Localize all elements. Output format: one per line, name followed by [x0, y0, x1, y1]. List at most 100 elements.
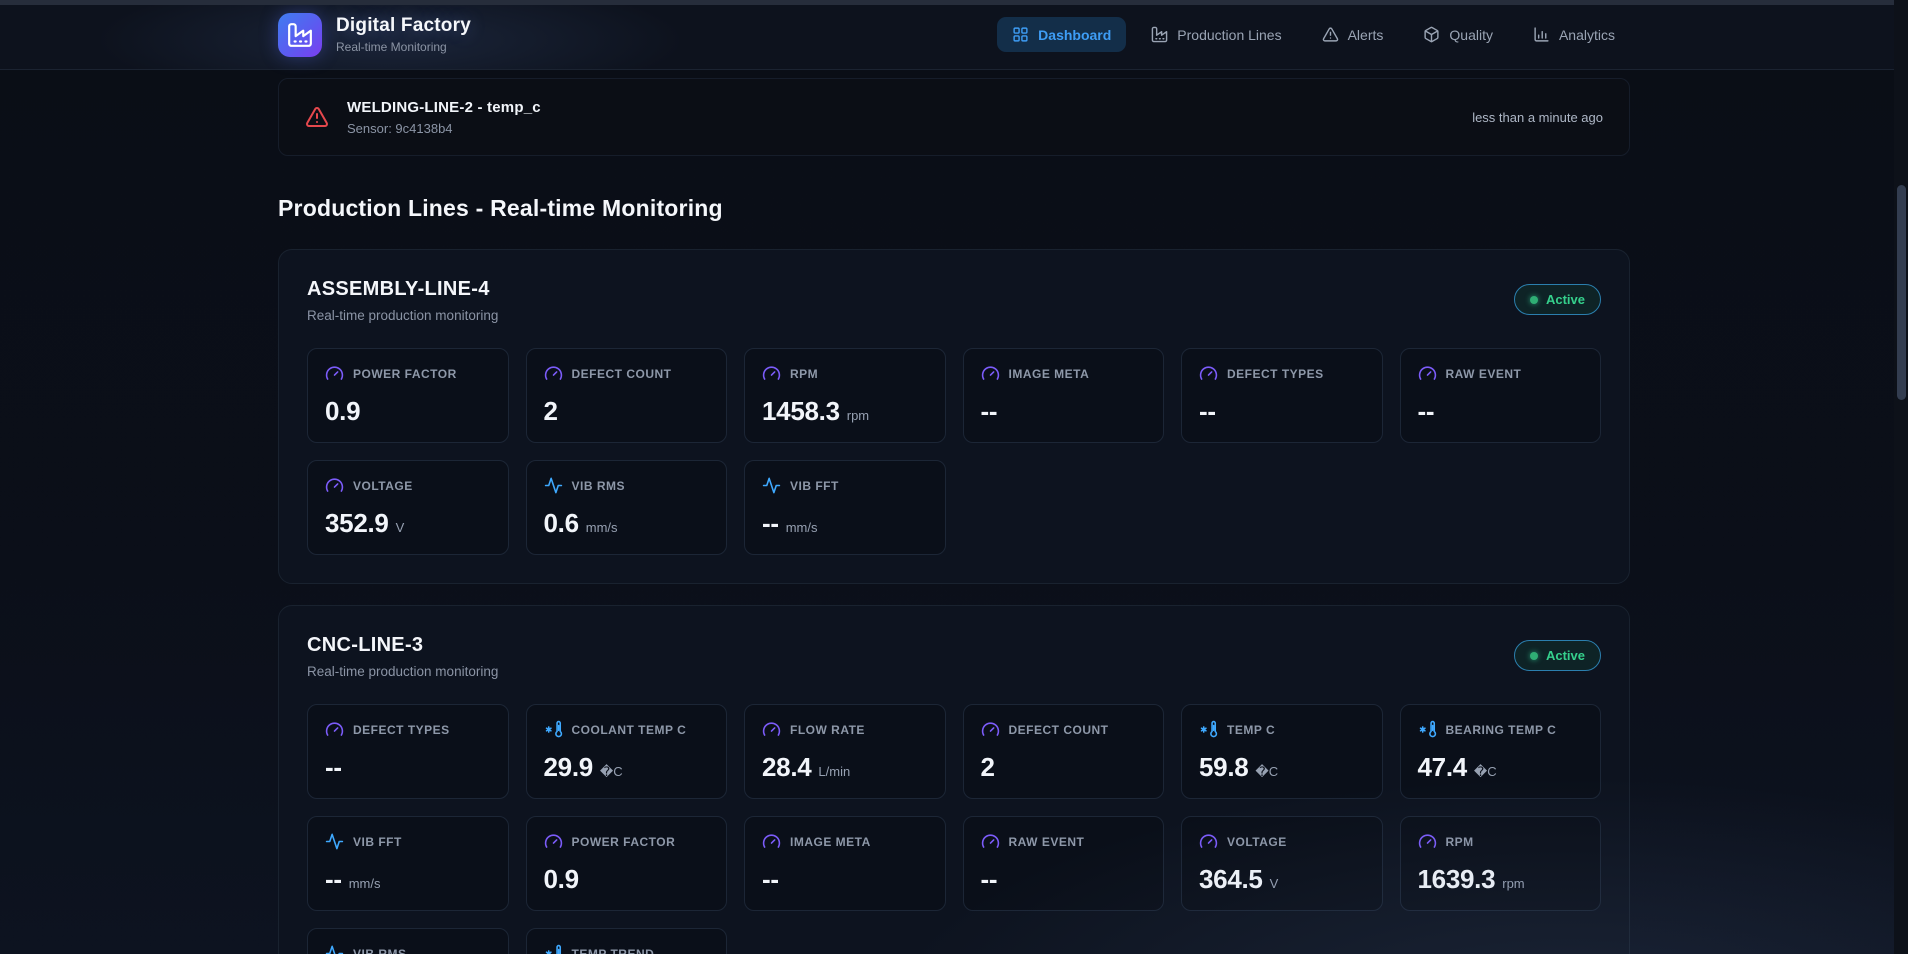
metric-value-row: -- [981, 396, 1147, 427]
alert-sensor: Sensor: 9c4138b4 [347, 121, 1454, 136]
activity-icon [544, 476, 563, 495]
factory-icon [1151, 26, 1168, 43]
metric-value: -- [325, 752, 342, 783]
status-badge: Active [1514, 640, 1601, 671]
metric-tile-bearing-temp-c: BEARING TEMP C47.4�C [1400, 704, 1602, 799]
metric-label: IMAGE META [790, 835, 871, 849]
nav-item-analytics[interactable]: Analytics [1518, 17, 1630, 52]
metric-label: TEMP TREND [572, 947, 655, 954]
metric-header: DEFECT TYPES [325, 720, 491, 739]
alert-text: WELDING-LINE-2 - temp_c Sensor: 9c4138b4 [347, 99, 1454, 136]
metric-label: DEFECT COUNT [572, 367, 672, 381]
metric-label: DEFECT TYPES [353, 723, 450, 737]
gauge-icon [762, 720, 781, 739]
metric-unit: rpm [1502, 876, 1524, 891]
metric-value-row: 1458.3rpm [762, 396, 928, 427]
nav-item-quality[interactable]: Quality [1408, 17, 1508, 52]
metric-value-row: 28.4L/min [762, 752, 928, 783]
metric-tile-voltage: VOLTAGE352.9V [307, 460, 509, 555]
gauge-icon [762, 364, 781, 383]
status-label: Active [1546, 292, 1585, 307]
metric-value-row: -- [762, 864, 928, 895]
activity-icon [325, 944, 344, 954]
metric-header: RPM [1418, 832, 1584, 851]
status-dot-icon [1530, 652, 1538, 660]
metric-value: 29.9 [544, 752, 593, 783]
thermometer-snowflake-icon [544, 720, 563, 739]
card-header: CNC-LINE-3Real-time production monitorin… [307, 634, 1601, 679]
metric-label: VIB FFT [353, 835, 402, 849]
nav-item-dashboard[interactable]: Dashboard [997, 17, 1126, 52]
metric-value-row: 364.5V [1199, 864, 1365, 895]
bar-chart-icon [1533, 26, 1550, 43]
line-subtitle: Real-time production monitoring [307, 664, 498, 679]
metric-tile-raw-event: RAW EVENT -- [1400, 348, 1602, 443]
metric-tile-defect-count: DEFECT COUNT2 [526, 348, 728, 443]
alert-timestamp: less than a minute ago [1472, 110, 1603, 125]
alert-banner[interactable]: WELDING-LINE-2 - temp_c Sensor: 9c4138b4… [278, 78, 1630, 156]
app-title: Digital Factory [336, 15, 471, 37]
top-edge-strip [0, 0, 1908, 5]
metric-header: IMAGE META [981, 364, 1147, 383]
metric-header: DEFECT COUNT [544, 364, 710, 383]
gauge-icon [762, 832, 781, 851]
metric-label: VIB RMS [353, 947, 407, 954]
scrollbar-thumb[interactable] [1897, 185, 1906, 400]
metric-value-row: 0.6mm/s [544, 508, 710, 539]
line-name: ASSEMBLY-LINE-4 [307, 278, 498, 301]
metric-unit: �C [1255, 764, 1278, 780]
metric-tile-defect-types: DEFECT TYPES -- [307, 704, 509, 799]
app-subtitle: Real-time Monitoring [336, 40, 471, 54]
metric-label: RPM [1446, 835, 1474, 849]
metric-value: -- [762, 864, 779, 895]
thermometer-snowflake-icon [544, 944, 563, 954]
nav-item-alerts[interactable]: Alerts [1307, 17, 1399, 52]
page-title: Production Lines - Real-time Monitoring [278, 195, 1630, 222]
activity-icon [325, 832, 344, 851]
gauge-icon [1199, 364, 1218, 383]
metric-value-row: -- [1199, 396, 1365, 427]
alert-triangle-icon [305, 105, 329, 129]
metric-value: 364.5 [1199, 864, 1263, 895]
scrollbar-track[interactable] [1894, 0, 1908, 954]
metric-unit: �C [600, 764, 623, 780]
metric-value: 1458.3 [762, 396, 840, 427]
layout-grid-icon [1012, 26, 1029, 43]
metric-label: POWER FACTOR [353, 367, 457, 381]
metric-header: VIB FFT [762, 476, 928, 495]
line-card-cnc-line-3: CNC-LINE-3Real-time production monitorin… [278, 605, 1630, 954]
metric-header: DEFECT COUNT [981, 720, 1147, 739]
metric-header: VIB RMS [325, 944, 491, 954]
metric-unit: mm/s [786, 520, 818, 535]
metric-label: VIB RMS [572, 479, 626, 493]
metric-label: RAW EVENT [1009, 835, 1085, 849]
metric-label: IMAGE META [1009, 367, 1090, 381]
metric-header: VOLTAGE [325, 476, 491, 495]
metric-value-row: 47.4�C [1418, 752, 1584, 783]
metric-value: -- [981, 864, 998, 895]
metric-tile-flow-rate: FLOW RATE28.4L/min [744, 704, 946, 799]
metric-header: RAW EVENT [1418, 364, 1584, 383]
metric-label: VIB FFT [790, 479, 839, 493]
nav-item-label: Alerts [1348, 27, 1384, 43]
metric-value-row: -- [981, 864, 1147, 895]
metric-value: 59.8 [1199, 752, 1248, 783]
metric-label: POWER FACTOR [572, 835, 676, 849]
metric-value-row: 2 [981, 752, 1147, 783]
gauge-icon [544, 832, 563, 851]
metric-header: RPM [762, 364, 928, 383]
card-header: ASSEMBLY-LINE-4Real-time production moni… [307, 278, 1601, 323]
metric-value-row: 0.9 [544, 864, 710, 895]
metric-value-row: -- [1418, 396, 1584, 427]
nav-item-label: Analytics [1559, 27, 1615, 43]
metric-label: TEMP C [1227, 723, 1275, 737]
card-title-block: CNC-LINE-3Real-time production monitorin… [307, 634, 498, 679]
metric-label: VOLTAGE [1227, 835, 1287, 849]
gauge-icon [981, 364, 1000, 383]
package-icon [1423, 26, 1440, 43]
metric-grid: POWER FACTOR0.9DEFECT COUNT2RPM1458.3rpm… [307, 348, 1601, 555]
thermometer-snowflake-icon [1418, 720, 1437, 739]
main-content: WELDING-LINE-2 - temp_c Sensor: 9c4138b4… [278, 78, 1630, 954]
alert-title: WELDING-LINE-2 - temp_c [347, 99, 1454, 116]
nav-item-production-lines[interactable]: Production Lines [1136, 17, 1296, 52]
